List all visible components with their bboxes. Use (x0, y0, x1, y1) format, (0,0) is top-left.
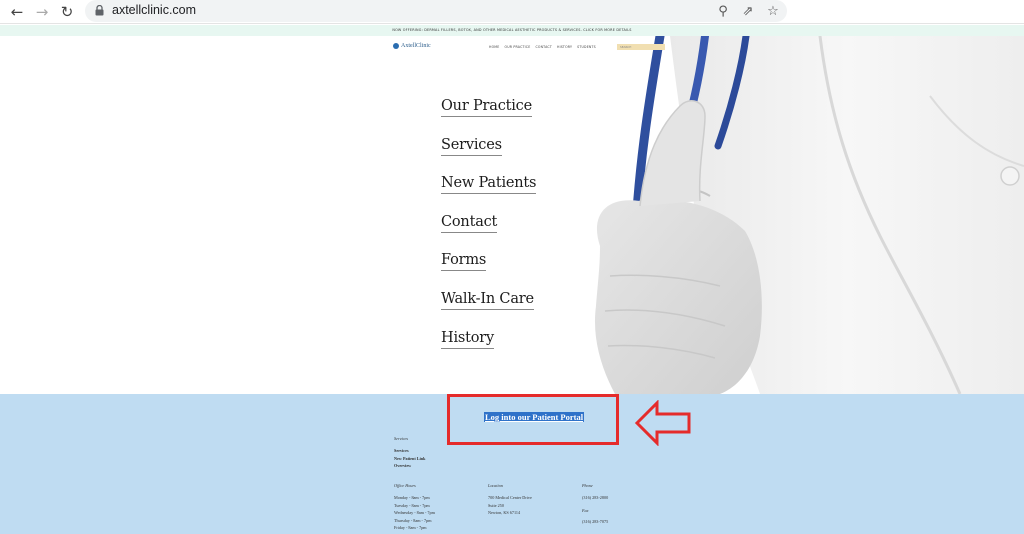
doctor-stethoscope-image (594, 36, 1024, 394)
footer-fax-number: (316) 283-7075 (582, 519, 609, 524)
lock-icon (95, 5, 104, 16)
forward-arrow-icon[interactable]: → (32, 2, 52, 22)
menu-item-services[interactable]: Services (441, 137, 502, 156)
footer-address-line: Newton, KS 67114 (488, 510, 521, 515)
footer-phone-heading: Phone (582, 483, 593, 488)
footer-hours-line: Wednesday - 8am - 7pm (394, 510, 435, 515)
footer-hours-line: Tuesday - 8am - 7pm (394, 503, 430, 508)
hero-section: AxtellClinic HOME OUR PRACTICE CONTACT H… (0, 36, 1024, 394)
reload-icon[interactable]: ↻ (57, 2, 77, 22)
menu-item-new-patients[interactable]: New Patients (441, 175, 536, 194)
announcement-bar[interactable]: NOW OFFERING: DERMAL FILLERS, BOTOX, AND… (0, 25, 1024, 36)
menu-item-our-practice[interactable]: Our Practice (441, 98, 532, 117)
top-nav-history[interactable]: HISTORY (557, 45, 572, 49)
top-nav-home[interactable]: HOME (489, 45, 499, 49)
back-arrow-icon[interactable]: ← (7, 2, 27, 22)
address-bar[interactable]: axtellclinic.com ⚲ ⇗ ☆ (85, 0, 787, 22)
footer-address-line: 700 Medical Center Drive (488, 495, 532, 500)
site-logo[interactable]: AxtellClinic (393, 43, 431, 49)
footer-location-heading: Location (488, 483, 503, 488)
share-icon[interactable]: ⇗ (739, 2, 757, 20)
top-nav: HOME OUR PRACTICE CONTACT HISTORY STUDEN… (489, 45, 596, 49)
menu-item-history[interactable]: History (441, 330, 494, 349)
url-text: axtellclinic.com (112, 3, 197, 17)
footer-hours-line: Friday - 8am - 7pm (394, 525, 427, 530)
site-search-input[interactable]: SEARCH (617, 44, 665, 50)
footer-hours-line: Thursday - 8am - 7pm (394, 518, 432, 523)
top-nav-contact[interactable]: CONTACT (535, 45, 552, 49)
site-footer: Log into our Patient Portal Services Ser… (0, 394, 1024, 534)
footer-fax-heading: Fax (582, 508, 589, 513)
footer-link-new-patient[interactable]: New Patient Link (394, 456, 425, 461)
footer-services-heading: Services (394, 436, 408, 441)
menu-item-walk-in-care[interactable]: Walk-In Care (441, 291, 534, 310)
zoom-icon[interactable]: ⚲ (714, 2, 732, 20)
footer-address-line: Suite 250 (488, 503, 504, 508)
logo-text: AxtellClinic (401, 43, 431, 49)
menu-item-forms[interactable]: Forms (441, 252, 486, 271)
footer-link-overview[interactable]: Overview (394, 463, 411, 468)
patient-portal-link[interactable]: Log into our Patient Portal (484, 412, 585, 422)
footer-link-services[interactable]: Services (394, 448, 409, 453)
footer-hours-line: Monday - 8am - 7pm (394, 495, 430, 500)
footer-hours-heading: Office Hours (394, 483, 416, 488)
bookmark-star-icon[interactable]: ☆ (764, 2, 782, 20)
annotation-arrow-icon (634, 400, 691, 446)
top-nav-students[interactable]: STUDENTS (577, 45, 596, 49)
top-nav-our-practice[interactable]: OUR PRACTICE (504, 45, 530, 49)
menu-item-contact[interactable]: Contact (441, 214, 497, 233)
footer-phone-number[interactable]: (316) 283-2800 (582, 495, 608, 500)
browser-toolbar: ← → ↻ axtellclinic.com ⚲ ⇗ ☆ (0, 0, 1024, 24)
logo-mark-icon (393, 43, 399, 49)
